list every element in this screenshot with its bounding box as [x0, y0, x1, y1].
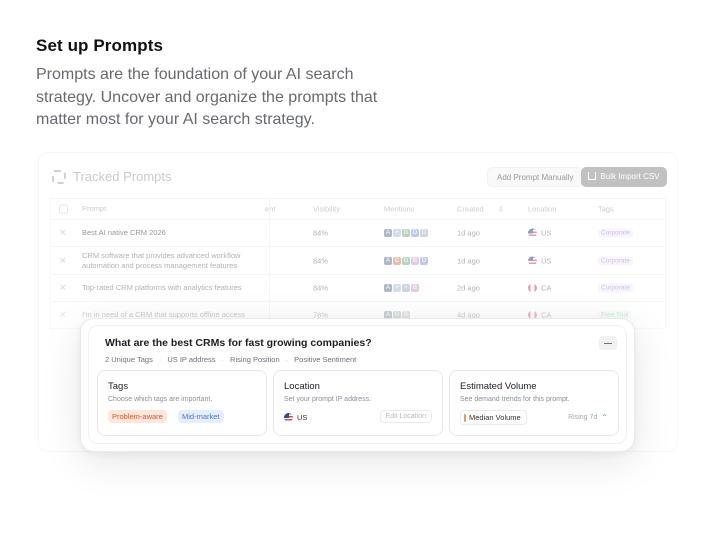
volume-panel-subtitle: See demand trends for this prompt.: [460, 396, 570, 403]
page-description: Prompts are the foundation of your AI se…: [36, 66, 378, 128]
column-divider: [269, 199, 270, 329]
visibility-value: 84%: [313, 283, 329, 293]
column-mentions[interactable]: Mentions: [384, 205, 414, 214]
meta-tags: 2 Unique Tags: [105, 355, 153, 364]
ca-flag-icon: [528, 283, 537, 293]
meta-position: Rising Position: [230, 355, 280, 364]
location-value: US: [528, 256, 551, 265]
location-panel-title: Location: [284, 381, 320, 392]
tag-chip-problem-aware[interactable]: Problem-aware: [108, 410, 167, 423]
mentions-icons: A + + B: [384, 284, 419, 292]
tags-panel-title: Tags: [108, 381, 129, 392]
prompt-question: What are the best CRMs for fast growing …: [105, 337, 372, 349]
prompt-detail-card: What are the best CRMs for fast growing …: [88, 325, 627, 444]
column-visibility[interactable]: Visibility: [313, 205, 340, 214]
edit-location-button[interactable]: Edit Location: [379, 410, 432, 423]
close-icon[interactable]: ✕: [59, 310, 67, 321]
tag-badge: Corporate: [598, 228, 633, 238]
visibility-value: 84%: [313, 256, 329, 265]
tag-badge: Corporate: [598, 283, 633, 293]
table-row[interactable]: ✕ Top-rated CRM platforms with analytics…: [51, 275, 665, 302]
location-panel-subtitle: Set your prompt IP address.: [284, 396, 372, 403]
sort-icon[interactable]: ⇕: [498, 205, 504, 214]
meta-ip: US IP address: [167, 355, 216, 364]
location-value: US: [528, 228, 551, 238]
mentions-icons: ACGBD: [384, 256, 428, 265]
tags-panel: Tags Choose which tags are important. Pr…: [97, 370, 267, 436]
visibility-value: 84%: [313, 228, 329, 238]
select-all-checkbox[interactable]: [59, 204, 68, 214]
created-value: 1d ago: [457, 256, 480, 265]
table-row[interactable]: ✕ CRM software that provides advanced wo…: [51, 247, 665, 275]
location-value: US: [284, 413, 307, 422]
close-icon[interactable]: ✕: [59, 228, 67, 239]
table-row[interactable]: ✕ Best AI native CRM 2026 84% A + G D D 1d a…: [51, 220, 665, 247]
minimize-button[interactable]: [599, 336, 617, 350]
location-panel: Location Set your prompt IP address. US …: [273, 370, 443, 436]
upload-icon: [588, 172, 597, 180]
mentions-icons: A + G D D: [384, 229, 428, 237]
volume-panel-title: Estimated Volume: [460, 381, 537, 392]
page-title: Set up Prompts: [36, 36, 164, 55]
scan-icon: [52, 169, 66, 184]
volume-badge: Median Volume: [460, 410, 527, 425]
prompt-text: Best AI native CRM 2026: [82, 228, 166, 237]
column-sentiment[interactable]: ent: [265, 205, 275, 214]
prompt-detail-popup: What are the best CRMs for fast growing …: [80, 318, 635, 452]
close-icon[interactable]: ✕: [59, 255, 67, 266]
created-value: 2d ago: [457, 283, 480, 293]
tags-panel-subtitle: Choose which tags are important.: [108, 396, 213, 403]
prompt-meta: 2 Unique Tags · US IP address · Rising P…: [105, 355, 357, 364]
column-location[interactable]: Location: [528, 205, 556, 214]
us-flag-icon: [284, 413, 293, 422]
bulk-import-csv-button[interactable]: Bulk Import CSV: [581, 167, 667, 187]
created-value: 1d ago: [457, 228, 480, 238]
us-flag-icon: [528, 256, 537, 265]
column-prompt[interactable]: Prompt: [82, 204, 262, 214]
location-value: CA: [528, 283, 551, 293]
prompt-text: CRM software that provides advanced work…: [82, 250, 241, 270]
volume-trend: Rising 7d ⌃: [568, 413, 608, 422]
add-prompt-manually-button[interactable]: Add Prompt Manually: [487, 167, 584, 187]
us-flag-icon: [528, 228, 537, 238]
column-tags[interactable]: Tags: [598, 205, 614, 214]
column-created[interactable]: Created ⇕: [457, 205, 504, 214]
prompts-table: Prompt ent Visibility Mentions Created ⇕ …: [50, 198, 666, 329]
volume-bar-icon: [464, 413, 466, 422]
table-header: Prompt ent Visibility Mentions Created ⇕ …: [51, 199, 665, 220]
volume-panel: Estimated Volume See demand trends for t…: [449, 370, 619, 436]
tag-badge: Corporate: [598, 256, 633, 265]
meta-sentiment: Positive Sentiment: [294, 355, 357, 364]
prompt-text: Top-rated CRM platforms with analytics f…: [82, 283, 242, 292]
tracked-prompts-title: Tracked Prompts: [73, 169, 172, 184]
tag-chip-mid-market[interactable]: Mid-market: [178, 410, 224, 423]
chevron-up-icon: ⌃: [601, 413, 608, 422]
close-icon[interactable]: ✕: [59, 283, 67, 294]
